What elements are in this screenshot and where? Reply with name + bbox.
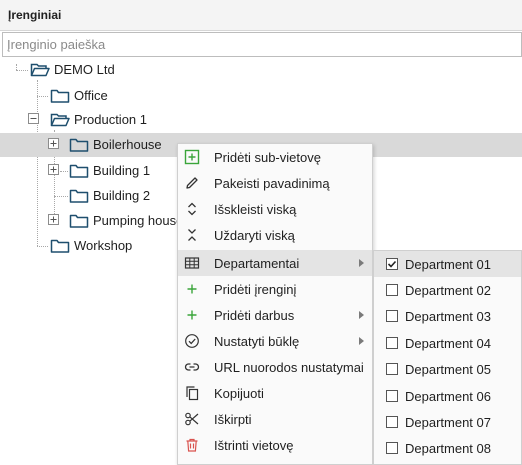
menu-item-set-status[interactable]: Nustatyti būklę bbox=[178, 328, 372, 354]
department-label: Department 03 bbox=[405, 309, 491, 324]
folder-open-icon bbox=[50, 113, 70, 127]
checkbox[interactable] bbox=[386, 337, 398, 349]
folder-icon bbox=[50, 89, 70, 103]
submenu-arrow-icon bbox=[359, 259, 364, 267]
checkmark-icon bbox=[387, 260, 397, 268]
submenu-arrow-icon bbox=[359, 311, 364, 319]
tree-row-demo-ltd[interactable]: DEMO Ltd bbox=[0, 58, 522, 82]
menu-item-label: Pridėti sub-vietovę bbox=[214, 150, 321, 165]
checkbox[interactable] bbox=[386, 442, 398, 454]
department-label: Department 07 bbox=[405, 415, 491, 430]
menu-item-label: Išskleisti viską bbox=[214, 202, 297, 217]
folder-icon bbox=[69, 214, 89, 228]
department-label: Department 02 bbox=[405, 283, 491, 298]
checkbox[interactable] bbox=[386, 284, 398, 296]
menu-item-add-device[interactable]: Pridėti įrenginį bbox=[178, 276, 372, 302]
checkbox-checked[interactable] bbox=[386, 258, 398, 270]
tree-label: Office bbox=[74, 88, 108, 103]
folder-icon bbox=[69, 189, 89, 203]
context-menu: Pridėti sub-vietovę Pakeisti pavadinimą … bbox=[177, 143, 373, 465]
check-circle-icon bbox=[185, 334, 199, 348]
menu-item-url-settings[interactable]: URL nuorodos nustatymai bbox=[178, 354, 372, 380]
tree-label: Boilerhouse bbox=[93, 137, 162, 152]
department-label: Department 06 bbox=[405, 389, 491, 404]
department-option-05[interactable]: Department 05 bbox=[374, 356, 521, 382]
panel-title: Įrenginiai bbox=[8, 8, 62, 22]
menu-item-rename[interactable]: Pakeisti pavadinimą bbox=[178, 170, 372, 196]
submenu-arrow-icon bbox=[359, 337, 364, 345]
plus-icon bbox=[187, 284, 197, 294]
plus-icon bbox=[187, 310, 197, 320]
menu-item-expand-all[interactable]: Išskleisti viską bbox=[178, 196, 372, 222]
tree-label: Building 1 bbox=[93, 163, 151, 178]
add-square-icon bbox=[184, 149, 200, 165]
menu-item-departments[interactable]: Departamentai bbox=[178, 250, 372, 276]
folder-icon bbox=[69, 164, 89, 178]
menu-item-label: Iškirpti bbox=[214, 412, 252, 427]
checkbox[interactable] bbox=[386, 310, 398, 322]
expand-icon bbox=[188, 202, 196, 216]
menu-item-label: URL nuorodos nustatymai bbox=[214, 360, 364, 375]
copy-icon bbox=[186, 386, 199, 401]
department-label: Department 04 bbox=[405, 336, 491, 351]
checkbox[interactable] bbox=[386, 390, 398, 402]
department-label: Department 08 bbox=[405, 441, 491, 456]
department-option-04[interactable]: Department 04 bbox=[374, 330, 521, 356]
menu-item-label: Departamentai bbox=[214, 256, 300, 271]
tree-row-production-1[interactable]: Production 1 bbox=[0, 108, 522, 132]
department-option-02[interactable]: Department 02 bbox=[374, 277, 521, 303]
tree-row-office[interactable]: Office bbox=[0, 84, 522, 108]
folder-open-icon bbox=[30, 63, 50, 77]
menu-item-label: Uždaryti viską bbox=[214, 228, 295, 243]
folder-icon bbox=[50, 239, 70, 253]
tree-label: DEMO Ltd bbox=[54, 62, 115, 77]
department-option-03[interactable]: Department 03 bbox=[374, 303, 521, 329]
department-label: Department 01 bbox=[405, 257, 491, 272]
menu-item-label: Nustatyti būklę bbox=[214, 334, 300, 349]
expand-toggle-icon[interactable] bbox=[48, 164, 59, 175]
department-option-08[interactable]: Department 08 bbox=[374, 435, 521, 461]
department-option-01[interactable]: Department 01 bbox=[374, 251, 521, 277]
collapse-icon bbox=[188, 229, 196, 241]
collapse-toggle-icon[interactable] bbox=[28, 113, 39, 124]
panel-header: Įrenginiai bbox=[0, 0, 522, 31]
tree-label: Production 1 bbox=[74, 112, 147, 127]
expand-toggle-icon[interactable] bbox=[48, 138, 59, 149]
pencil-icon bbox=[186, 177, 198, 189]
menu-item-add-sub-location[interactable]: Pridėti sub-vietovę bbox=[178, 144, 372, 170]
checkbox[interactable] bbox=[386, 363, 398, 375]
trash-icon bbox=[186, 438, 198, 452]
department-option-06[interactable]: Department 06 bbox=[374, 383, 521, 409]
scissors-icon bbox=[185, 412, 199, 426]
tree-label: Pumping house bbox=[93, 213, 184, 228]
expand-toggle-icon[interactable] bbox=[48, 214, 59, 225]
menu-item-collapse-all[interactable]: Uždaryti viską bbox=[178, 222, 372, 248]
menu-item-delete-location[interactable]: Ištrinti vietovę bbox=[178, 432, 372, 458]
tree-label: Building 2 bbox=[93, 188, 151, 203]
menu-item-copy[interactable]: Kopijuoti bbox=[178, 380, 372, 406]
grid-icon bbox=[184, 257, 200, 269]
menu-item-label: Pakeisti pavadinimą bbox=[214, 176, 330, 191]
checkbox[interactable] bbox=[386, 416, 398, 428]
search-input[interactable] bbox=[2, 32, 522, 57]
department-option-07[interactable]: Department 07 bbox=[374, 409, 521, 435]
menu-item-cut[interactable]: Iškirpti bbox=[178, 406, 372, 432]
departments-submenu: Department 01 Department 02 Department 0… bbox=[373, 250, 522, 465]
menu-item-label: Pridėti darbus bbox=[214, 308, 295, 323]
menu-item-label: Pridėti įrenginį bbox=[214, 282, 297, 297]
tree-label: Workshop bbox=[74, 238, 133, 253]
department-label: Department 05 bbox=[405, 362, 491, 377]
link-icon bbox=[184, 363, 200, 371]
menu-item-label: Ištrinti vietovę bbox=[214, 438, 294, 453]
menu-item-add-jobs[interactable]: Pridėti darbus bbox=[178, 302, 372, 328]
folder-icon bbox=[69, 138, 89, 152]
menu-item-label: Kopijuoti bbox=[214, 386, 264, 401]
